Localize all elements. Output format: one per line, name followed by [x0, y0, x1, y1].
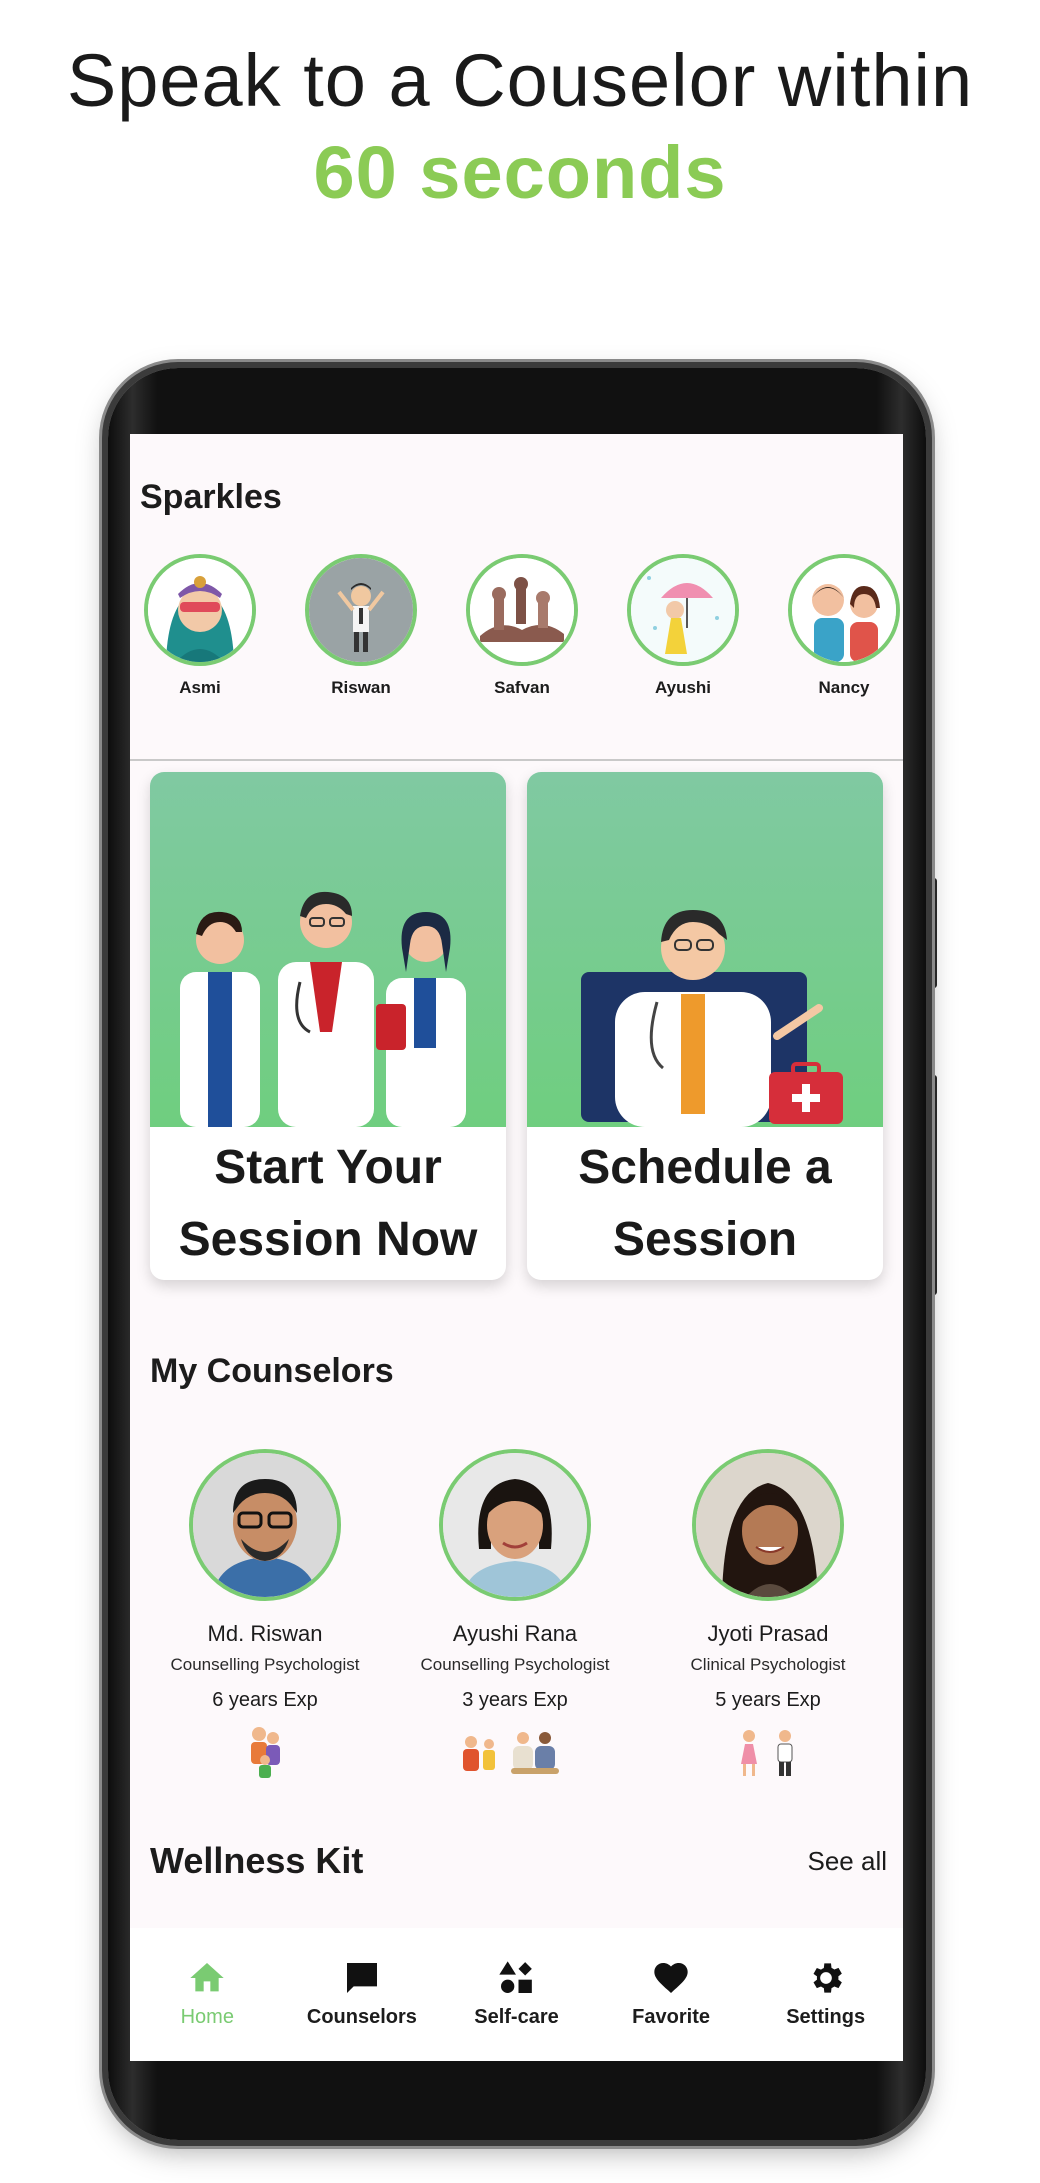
nav-item-favorite[interactable]: Favorite: [594, 1928, 749, 2061]
counselor-avatar: [692, 1449, 844, 1601]
sparkle-item-riswan[interactable]: Riswan: [301, 554, 421, 698]
sparkle-name: Ayushi: [654, 678, 712, 697]
my-counselors-title: My Counselors: [150, 1352, 394, 1390]
sparkle-name: Asmi: [179, 678, 221, 697]
counselor-role: Counselling Psychologist: [420, 1655, 610, 1674]
app-screen: Sparkles Asmi Riswan Safvan Ayushi Nancy…: [130, 434, 903, 2061]
counselor-avatar: [189, 1449, 341, 1601]
section-divider: [130, 759, 903, 761]
headline-title: Speak to a Couselor within: [66, 39, 974, 122]
umbrella-girl-icon: [627, 554, 739, 666]
bottom-navigation: Home Counselors Self-care Favorite Setti…: [130, 1928, 903, 2061]
schedule-session-label: Schedule a Session: [578, 1140, 832, 1266]
sparkle-name: Riswan: [331, 678, 391, 697]
start-session-label: Start Your Session Now: [178, 1140, 478, 1266]
family-specialty-icon: [130, 1722, 400, 1778]
counselor-card-jyoti[interactable]: Jyoti Prasad Clinical Psychologist 5 yea…: [633, 1449, 903, 1778]
shapes-icon: [496, 1958, 536, 1998]
nav-label: Settings: [786, 2006, 866, 2028]
phone-volume-button: [927, 878, 937, 988]
sparkle-name: Nancy: [818, 678, 870, 697]
counselor-experience: 3 years Exp: [462, 1689, 568, 1711]
counselor-experience: 6 years Exp: [212, 1689, 318, 1711]
sparkles-title: Sparkles: [140, 478, 282, 516]
schedule-session-card[interactable]: Schedule a Session: [527, 772, 883, 1280]
headline-highlight: 60 seconds: [313, 131, 727, 214]
counselor-card-riswan[interactable]: Md. Riswan Counselling Psychologist 6 ye…: [130, 1449, 400, 1778]
home-icon: [187, 1958, 227, 1998]
counselor-name: Md. Riswan: [207, 1621, 323, 1646]
counselor-name: Jyoti Prasad: [707, 1621, 829, 1646]
figures-avatar-icon: [466, 554, 578, 666]
heart-icon: [651, 1958, 691, 1998]
nav-item-home[interactable]: Home: [130, 1928, 285, 2061]
nav-item-settings[interactable]: Settings: [748, 1928, 903, 2061]
phone-frame: Sparkles Asmi Riswan Safvan Ayushi Nancy…: [108, 368, 926, 2140]
gear-icon: [806, 1958, 846, 1998]
nav-item-counselors[interactable]: Counselors: [285, 1928, 440, 2061]
start-session-card[interactable]: Start Your Session Now: [150, 772, 506, 1280]
kids-specialty-icon: [633, 1722, 903, 1778]
girl-avatar-icon: [144, 554, 256, 666]
nav-label: Home: [180, 2006, 234, 2028]
counselor-avatar: [439, 1449, 591, 1601]
phone-power-button: [927, 1075, 937, 1295]
wellness-kit-title: Wellness Kit: [150, 1840, 364, 1881]
counselor-experience: 5 years Exp: [715, 1689, 821, 1711]
sparkle-name: Safvan: [494, 678, 550, 697]
doctors-team-illustration: [150, 772, 506, 1127]
nav-label: Self-care: [474, 2006, 559, 2028]
couples-specialty-icon: [380, 1722, 650, 1778]
chat-icon: [342, 1958, 382, 1998]
nav-label: Favorite: [632, 2006, 710, 2028]
sparkle-item-ayushi[interactable]: Ayushi: [623, 554, 743, 698]
nav-item-self-care[interactable]: Self-care: [439, 1928, 594, 2061]
sparkle-item-safvan[interactable]: Safvan: [462, 554, 582, 698]
counselor-name: Ayushi Rana: [452, 1621, 578, 1646]
sparkle-item-nancy[interactable]: Nancy: [784, 554, 903, 698]
counselor-role: Counselling Psychologist: [170, 1655, 360, 1674]
nav-label: Counselors: [306, 2006, 417, 2028]
man-avatar-icon: [305, 554, 417, 666]
see-all-link[interactable]: See all: [808, 1846, 888, 1877]
counselor-card-ayushi[interactable]: Ayushi Rana Counselling Psychologist 3 y…: [380, 1449, 650, 1778]
sparkle-item-asmi[interactable]: Asmi: [140, 554, 260, 698]
kids-avatar-icon: [788, 554, 900, 666]
doctor-laptop-illustration: [527, 772, 883, 1127]
counselor-role: Clinical Psychologist: [690, 1655, 846, 1674]
